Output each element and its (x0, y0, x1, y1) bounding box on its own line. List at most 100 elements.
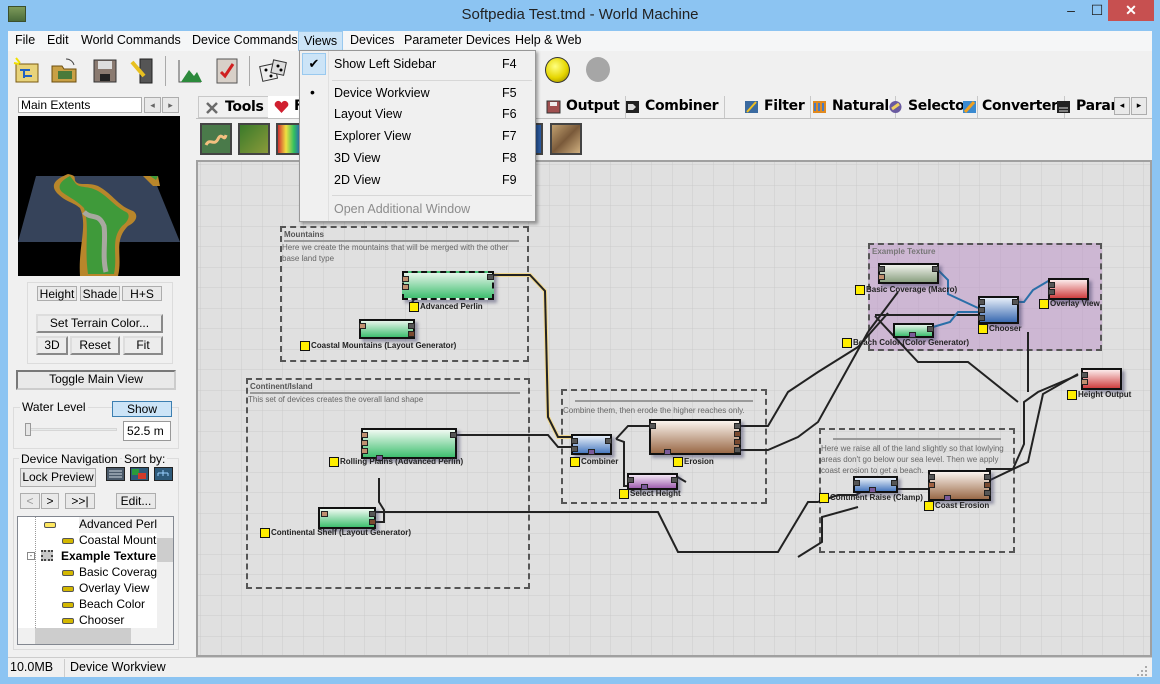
output-port[interactable] (734, 423, 741, 429)
node-continental-shelf[interactable] (318, 507, 376, 529)
menu-devices[interactable]: Devices (345, 31, 399, 51)
terrain-device-icon[interactable] (238, 123, 270, 155)
save-icon[interactable] (90, 56, 120, 86)
terrain-build-icon[interactable] (174, 56, 204, 86)
input-port[interactable] (978, 315, 985, 321)
input-port[interactable] (878, 266, 885, 272)
menu-item-device-workview[interactable]: Device Workview F5 (300, 83, 535, 104)
tab-tools[interactable]: Tools (198, 96, 271, 118)
lock-preview-button[interactable]: Lock Preview (20, 468, 96, 487)
3d-button[interactable]: 3D (36, 336, 68, 355)
tree-item-example-texture[interactable]: Example Texture (61, 549, 157, 565)
input-port[interactable] (571, 446, 578, 452)
extents-selector[interactable]: Main Extents (18, 97, 142, 113)
output-port[interactable] (487, 274, 494, 280)
output-port[interactable] (671, 477, 678, 483)
sort-list-icon[interactable] (106, 467, 125, 481)
output-port[interactable] (984, 474, 991, 480)
input-port[interactable] (361, 432, 368, 438)
input-port[interactable] (928, 474, 935, 480)
tab-output[interactable]: Output (540, 96, 627, 118)
menu-world-commands[interactable]: World Commands (76, 31, 186, 51)
menu-device-commands[interactable]: Device Commands (187, 31, 303, 51)
sort-type-icon[interactable] (130, 467, 149, 481)
nav-last-button[interactable]: >>| (65, 493, 95, 509)
input-port[interactable] (649, 423, 656, 429)
fit-button[interactable]: Fit (123, 336, 163, 355)
menu-item-explorer-view[interactable]: Explorer View F7 (300, 126, 535, 147)
node-coast-erosion[interactable] (928, 470, 991, 501)
menu-item-2d-view[interactable]: 2D View F9 (300, 170, 535, 191)
nav-prev-button[interactable]: < (20, 493, 40, 509)
input-port[interactable] (1048, 282, 1055, 288)
output-port[interactable] (369, 511, 376, 517)
reset-button[interactable]: Reset (70, 336, 120, 355)
output-port[interactable] (984, 490, 991, 496)
menu-file[interactable]: File (10, 31, 40, 51)
output-port[interactable] (891, 480, 898, 486)
tab-converter[interactable]: Converter (956, 96, 1065, 118)
tree-horizontal-scrollbar[interactable] (18, 628, 173, 644)
input-port[interactable] (928, 482, 935, 488)
node-erosion[interactable] (649, 419, 741, 455)
input-port[interactable] (571, 438, 578, 444)
menu-edit[interactable]: Edit (42, 31, 74, 51)
input-port[interactable] (359, 323, 366, 329)
menu-parameter-devices[interactable]: Parameter Devices (399, 31, 515, 51)
tab-parameter[interactable]: Paran (1050, 96, 1120, 118)
resize-grip-icon[interactable] (1136, 664, 1148, 676)
input-port[interactable] (978, 299, 985, 305)
new-world-icon[interactable] (12, 56, 42, 86)
tree-vertical-scrollbar[interactable] (157, 517, 173, 628)
tab-filter[interactable]: Filter (738, 96, 812, 118)
texture-device-icon[interactable] (550, 123, 582, 155)
mask-port[interactable] (664, 449, 671, 455)
menu-item-show-left-sidebar[interactable]: Show Left Sidebar F4 (300, 54, 535, 75)
input-port[interactable] (1081, 379, 1088, 385)
input-port[interactable] (361, 440, 368, 446)
open-world-icon[interactable] (50, 56, 80, 86)
node-continent-raise[interactable] (853, 476, 898, 493)
output-port[interactable] (369, 519, 376, 525)
node-select-height[interactable] (627, 473, 678, 490)
layout-generator-device-icon[interactable] (200, 123, 232, 155)
tree-vscroll-thumb[interactable] (157, 538, 173, 562)
node-height-output[interactable] (1081, 368, 1122, 390)
output-port[interactable] (605, 438, 612, 444)
settings-checklist-icon[interactable] (212, 56, 242, 86)
output-port[interactable] (984, 482, 991, 488)
menu-help-web[interactable]: Help & Web (510, 31, 586, 51)
input-port[interactable] (627, 477, 634, 483)
close-button[interactable]: ✕ (1108, 0, 1154, 21)
tree-item-coastal-mountains[interactable]: Coastal Mountai (79, 533, 157, 549)
node-chooser[interactable] (978, 296, 1019, 324)
input-port[interactable] (1048, 289, 1055, 295)
set-terrain-color-button[interactable]: Set Terrain Color... (36, 314, 163, 333)
output-port[interactable] (734, 439, 741, 445)
output-port[interactable] (408, 331, 415, 337)
input-port[interactable] (853, 480, 860, 486)
height-view-button[interactable]: Height (37, 286, 77, 301)
tree-item-beach-color[interactable]: Beach Color (79, 597, 145, 613)
input-port[interactable] (878, 274, 885, 280)
nav-next-button[interactable]: > (41, 493, 59, 509)
tree-hscroll-thumb[interactable] (35, 628, 131, 644)
edit-device-button[interactable]: Edit... (116, 493, 156, 509)
terrain-preview[interactable] (18, 116, 180, 276)
output-port[interactable] (734, 447, 741, 453)
input-port[interactable] (402, 284, 409, 290)
tree-item-basic-coverage[interactable]: Basic Coverage (79, 565, 157, 581)
water-level-slider[interactable] (27, 428, 117, 431)
node-beach-color[interactable] (893, 323, 934, 338)
sort-tree-icon[interactable] (154, 467, 173, 481)
output-port[interactable] (408, 323, 415, 329)
output-port[interactable] (734, 431, 741, 437)
node-advanced-perlin[interactable] (402, 271, 494, 300)
menu-item-layout-view[interactable]: Layout View F6 (300, 104, 535, 125)
output-port[interactable] (927, 326, 934, 332)
input-port[interactable] (978, 307, 985, 313)
extents-prev-button[interactable]: ◂ (144, 97, 161, 113)
menu-views[interactable]: Views (298, 31, 344, 51)
hs-view-button[interactable]: H+S (122, 286, 162, 301)
tab-scroll-left[interactable]: ◂ (1114, 97, 1130, 115)
